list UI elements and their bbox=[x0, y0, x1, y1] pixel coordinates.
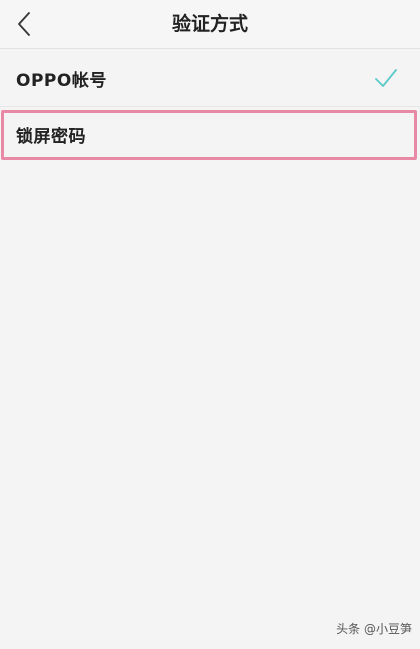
divider bbox=[0, 106, 420, 107]
option-oppo-account[interactable]: OPPO帐号 bbox=[0, 52, 420, 104]
top-bar: 验证方式 bbox=[0, 0, 420, 49]
screen: 验证方式 OPPO帐号 锁屏密码 头条 @小豆笋 bbox=[0, 0, 420, 649]
option-label: 锁屏密码 bbox=[16, 126, 86, 147]
option-label: OPPO帐号 bbox=[16, 70, 107, 91]
checkmark-icon bbox=[375, 69, 397, 87]
watermark: 头条 @小豆笋 bbox=[336, 622, 412, 636]
option-lock-screen-password[interactable]: 锁屏密码 bbox=[0, 108, 420, 160]
page-title: 验证方式 bbox=[171, 13, 248, 35]
